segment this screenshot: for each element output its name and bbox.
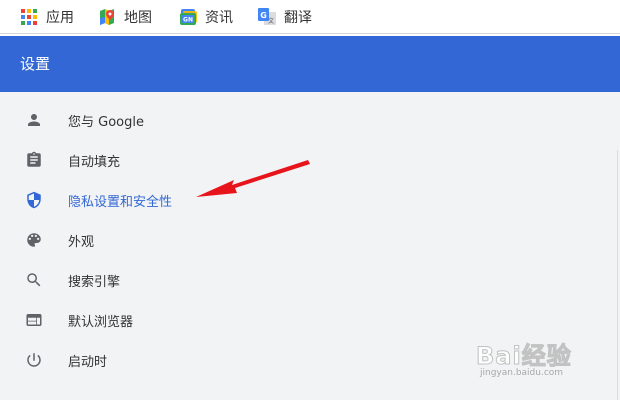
svg-text:文: 文 [268, 17, 274, 25]
search-icon [22, 268, 46, 292]
bookmark-translate[interactable]: G 文 翻译 [258, 0, 312, 34]
menu-item-label: 搜索引擎 [68, 274, 121, 290]
bookmarks-bar: 应用 地图 GN 资讯 G 文 翻译 [0, 0, 620, 34]
svg-text:G: G [260, 11, 267, 20]
palette-icon [22, 228, 46, 252]
settings-header: 设置 [0, 36, 620, 92]
menu-item-label: 启动时 [68, 354, 108, 370]
menu-item-you-and-google[interactable]: 您与 Google [0, 100, 618, 140]
person-icon [22, 108, 46, 132]
menu-item-label: 外观 [68, 234, 95, 250]
bookmark-news[interactable]: GN 资讯 [179, 0, 233, 34]
bookmark-maps[interactable]: 地图 [98, 0, 152, 34]
menu-item-label: 自动填充 [68, 154, 121, 170]
apps-grid-icon [20, 8, 38, 26]
menu-item-privacy-security[interactable]: 隐私设置和安全性 [0, 180, 618, 220]
bookmark-label: 资讯 [205, 10, 233, 26]
translate-icon: G 文 [258, 8, 276, 26]
content-divider [617, 150, 618, 400]
bookmark-label: 地图 [124, 10, 152, 26]
svg-text:GN: GN [183, 17, 193, 24]
maps-icon [98, 8, 116, 26]
menu-item-label: 默认浏览器 [68, 314, 134, 330]
shield-icon [22, 188, 46, 212]
bookmark-apps[interactable]: 应用 [20, 0, 74, 34]
menu-item-default-browser[interactable]: 默认浏览器 [0, 300, 618, 340]
menu-item-appearance[interactable]: 外观 [0, 220, 618, 260]
menu-item-on-startup[interactable]: 启动时 [0, 340, 618, 380]
menu-item-label: 您与 Google [68, 114, 144, 130]
browser-icon [22, 308, 46, 332]
news-icon: GN [179, 8, 197, 26]
power-icon [22, 348, 46, 372]
clipboard-icon [22, 148, 46, 172]
settings-menu: 您与 Google 自动填充 隐私设置和安全性 外观 搜索引擎 默认浏览器 启动… [0, 92, 620, 400]
bookmark-label: 翻译 [284, 10, 312, 26]
menu-item-label: 隐私设置和安全性 [68, 194, 173, 210]
menu-item-autofill[interactable]: 自动填充 [0, 140, 618, 180]
page-title: 设置 [20, 55, 51, 73]
menu-item-search-engine[interactable]: 搜索引擎 [0, 260, 618, 300]
bookmark-label: 应用 [46, 10, 74, 26]
